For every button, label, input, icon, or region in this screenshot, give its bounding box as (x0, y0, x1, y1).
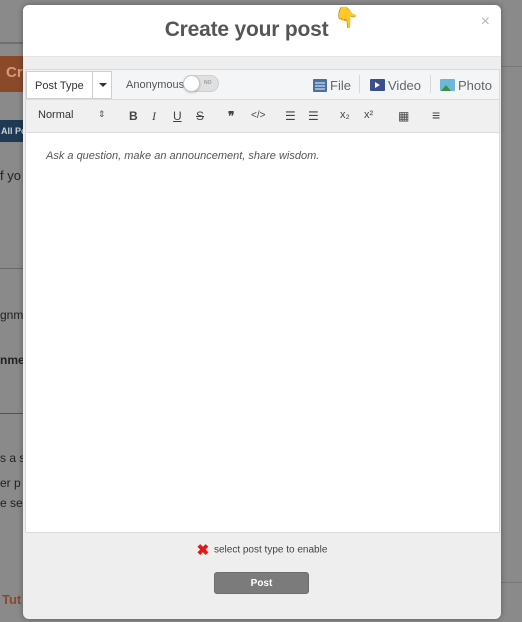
anonymous-label: Anonymous (126, 79, 185, 91)
subscript-button[interactable]: x₂ (340, 109, 350, 121)
file-icon (313, 78, 327, 92)
superscript-button[interactable]: x² (364, 109, 373, 121)
caret-down-icon (99, 83, 107, 87)
bg-tutorial-link: Tut (2, 592, 22, 607)
attach-file-button[interactable]: File (313, 76, 351, 94)
align-button[interactable]: ≡ (432, 107, 440, 123)
post-type-select[interactable]: Post Type (26, 71, 112, 99)
toggle-knob (183, 75, 200, 92)
video-icon (370, 79, 385, 91)
toggle-state-text: NO (204, 80, 212, 86)
bullet-list-button[interactable]: ☰ (308, 109, 319, 123)
attach-file-label: File (330, 77, 351, 93)
bg-right-column (500, 42, 522, 622)
bold-button[interactable]: B (129, 109, 138, 123)
modal-title: Create your post (164, 18, 329, 41)
photo-icon (440, 79, 455, 91)
create-post-modal: Create your post 👇 × Post Type Anonymous … (23, 5, 501, 619)
pointing-down-icon: 👇 (334, 7, 360, 29)
error-x-icon: ✖ (196, 542, 210, 559)
format-select-arrows-icon[interactable]: ⇕ (98, 109, 106, 120)
clear-format-button[interactable]: ▦ (398, 109, 409, 123)
separator (430, 75, 431, 93)
bg-divider (500, 582, 522, 583)
post-composer: Post Type Anonymous NO File Video Photo … (25, 69, 500, 533)
attach-photo-button[interactable]: Photo (440, 76, 492, 94)
ordered-list-button[interactable]: ☰ (285, 109, 296, 123)
code-button[interactable]: </> (251, 110, 265, 121)
post-type-label: Post Type (35, 80, 84, 92)
post-button[interactable]: Post (214, 572, 309, 594)
modal-header: Create your post 👇 × (23, 5, 501, 57)
anonymous-toggle[interactable]: NO (183, 75, 219, 92)
formatting-toolbar: Normal ⇕ B I U S ❞ </> ☰ ☰ x₂ x² ▦ ≡ (26, 100, 499, 133)
post-type-warning: ✖ select post type to enable (23, 541, 501, 559)
attach-photo-label: Photo (458, 77, 492, 93)
post-type-warning-text: select post type to enable (213, 544, 328, 556)
attach-video-button[interactable]: Video (370, 76, 421, 94)
editor-placeholder[interactable]: Ask a question, make an announcement, sh… (46, 150, 319, 162)
bg-divider (500, 66, 522, 67)
separator (359, 75, 360, 93)
close-icon[interactable]: × (481, 13, 490, 31)
italic-button[interactable]: I (152, 109, 156, 124)
format-select[interactable]: Normal (38, 109, 73, 121)
post-type-dropdown-toggle[interactable] (92, 72, 112, 98)
underline-button[interactable]: U (173, 109, 182, 123)
post-options-row: Post Type Anonymous NO File Video Photo (26, 70, 499, 100)
strikethrough-button[interactable]: S (196, 109, 204, 123)
attach-video-label: Video (388, 77, 422, 93)
blockquote-button[interactable]: ❞ (228, 109, 234, 123)
